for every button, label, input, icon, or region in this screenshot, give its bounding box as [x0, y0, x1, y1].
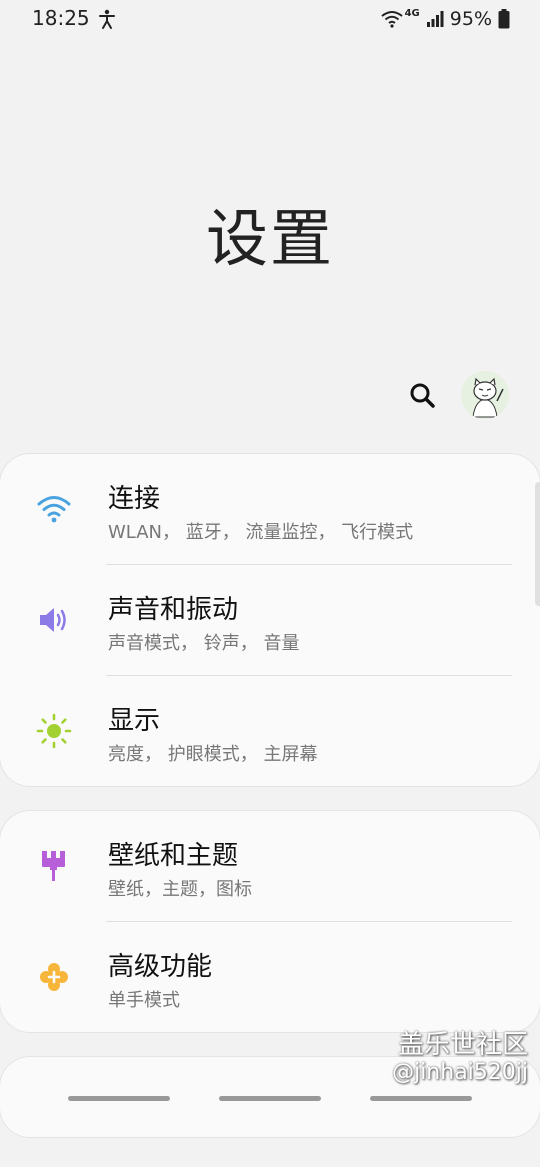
setting-item-title: 壁纸和主题 — [108, 841, 239, 871]
avatar[interactable] — [461, 371, 509, 419]
battery-percent: 95% — [449, 8, 492, 30]
setting-item-title: 高级功能 — [108, 952, 213, 982]
setting-item-subtitle: WLAN， 蓝牙， 流量监控， 飞行模式 — [108, 522, 414, 543]
status-time: 18:25 — [32, 6, 90, 30]
setting-item-wallpapers-themes[interactable]: 壁纸和主题 壁纸，主题，图标 — [0, 811, 540, 921]
setting-item-subtitle: 单手模式 — [108, 990, 180, 1011]
battery-icon — [498, 9, 510, 29]
settings-group-1: 连接 WLAN， 蓝牙， 流量监控， 飞行模式 声音和振动 声音模式， 铃声， … — [0, 454, 540, 786]
advanced-features-icon — [36, 959, 72, 995]
setting-item-title: 显示 — [108, 706, 161, 736]
nav-recents-pill[interactable] — [370, 1096, 472, 1101]
setting-item-advanced-features[interactable]: 高级功能 单手模式 — [0, 922, 540, 1032]
paintbrush-icon — [36, 848, 72, 884]
network-type-label: 4G — [404, 7, 420, 19]
settings-group-2: 壁纸和主题 壁纸，主题，图标 高级功能 单手模式 — [0, 811, 540, 1032]
setting-item-title: 声音和振动 — [108, 595, 239, 625]
page-title: 设置 — [205, 202, 334, 275]
setting-item-subtitle: 亮度， 护眼模式， 主屏幕 — [108, 744, 318, 765]
status-bar: 18:25 4G 95% — [0, 0, 540, 38]
setting-item-connections[interactable]: 连接 WLAN， 蓝牙， 流量监控， 飞行模式 — [0, 454, 540, 564]
setting-item-title: 连接 — [108, 484, 161, 514]
status-indicators: 4G 95% — [380, 6, 510, 32]
volume-icon — [36, 602, 72, 638]
navigation-bar — [0, 1092, 540, 1110]
scrollbar[interactable] — [535, 482, 540, 606]
accessibility-icon — [99, 9, 115, 29]
avatar-cat-icon — [461, 371, 509, 419]
setting-item-sounds[interactable]: 声音和振动 声音模式， 铃声， 音量 — [0, 565, 540, 675]
watermark-line2: @jinhai520jj — [392, 1060, 528, 1085]
nav-back-pill[interactable] — [68, 1096, 170, 1101]
wifi-icon — [36, 491, 72, 527]
wifi-status-icon — [380, 11, 403, 28]
setting-item-subtitle: 壁纸，主题，图标 — [108, 879, 252, 900]
signal-icon — [426, 11, 444, 27]
nav-home-pill[interactable] — [219, 1096, 321, 1101]
brightness-icon — [36, 713, 72, 749]
setting-item-subtitle: 声音模式， 铃声， 音量 — [108, 633, 300, 654]
watermark-line1: 盖乐世社区 — [397, 1030, 528, 1060]
setting-item-display[interactable]: 显示 亮度， 护眼模式， 主屏幕 — [0, 676, 540, 786]
search-icon — [410, 383, 435, 408]
search-button[interactable] — [404, 377, 440, 413]
